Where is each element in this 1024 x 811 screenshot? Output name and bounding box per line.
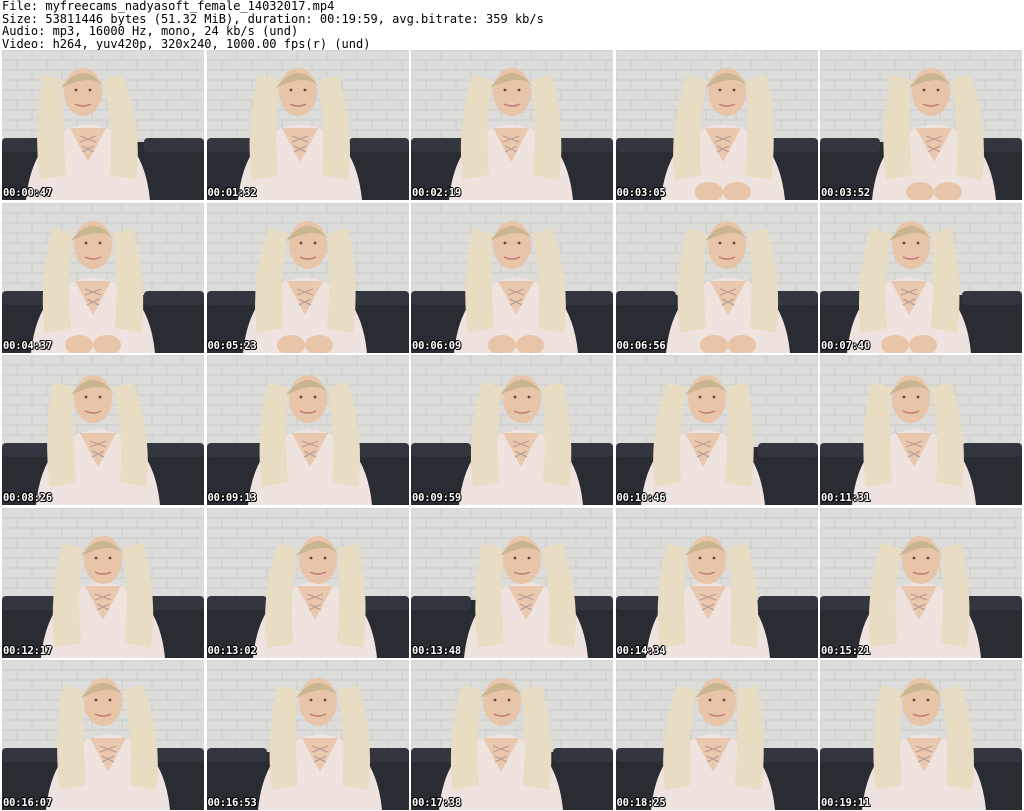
video-info-header: File: myfreecams_nadyasoft_female_140320… xyxy=(2,0,1022,50)
frame-picture xyxy=(411,355,613,505)
frame-timestamp: 00:05:23 xyxy=(207,339,257,352)
frame-picture xyxy=(820,355,1022,505)
frame-timestamp: 00:10:46 xyxy=(616,492,666,504)
frame-timestamp: 00:11:31 xyxy=(821,492,870,504)
frame-timestamp: 00:16:53 xyxy=(207,797,257,809)
frame-picture xyxy=(411,50,613,200)
frame-timestamp: 00:18:25 xyxy=(616,797,666,809)
frame-timestamp: 00:03:05 xyxy=(616,187,666,199)
frame-picture xyxy=(820,50,1022,200)
video-frame-thumbnail: 00:12:17 xyxy=(2,507,204,658)
frame-timestamp: 00:03:52 xyxy=(821,187,870,199)
frame-timestamp: 00:13:02 xyxy=(207,644,257,657)
frame-picture xyxy=(2,507,204,658)
frame-picture xyxy=(411,507,613,658)
video-frame-thumbnail: 00:03:05 xyxy=(615,50,818,200)
frame-picture xyxy=(411,660,613,810)
frame-timestamp: 00:02:19 xyxy=(412,187,461,199)
video-frame-thumbnail: 00:07:40 xyxy=(820,202,1022,353)
video-line: Video: h264, yuv420p, 320x240, 1000.00 f… xyxy=(2,36,371,51)
video-frame-thumbnail: 00:09:59 xyxy=(411,355,613,505)
frame-picture xyxy=(2,660,204,810)
frame-picture xyxy=(2,355,204,505)
frame-picture xyxy=(206,355,409,505)
frame-picture xyxy=(820,507,1022,658)
frame-picture xyxy=(615,50,818,200)
frame-picture xyxy=(615,202,818,353)
video-frame-thumbnail: 00:06:09 xyxy=(411,202,613,353)
frame-picture xyxy=(820,202,1022,353)
video-frame-thumbnail: 00:04:37 xyxy=(2,202,204,353)
frame-timestamp: 00:12:17 xyxy=(3,644,52,657)
frame-timestamp: 00:00:47 xyxy=(3,187,52,199)
frame-picture xyxy=(206,202,409,353)
video-frame-thumbnail: 00:03:52 xyxy=(820,50,1022,200)
video-frame-thumbnail: 00:16:53 xyxy=(206,660,409,810)
video-frame-thumbnail: 00:08:26 xyxy=(2,355,204,505)
audio-line: Audio: mp3, 16000 Hz, mono, 24 kb/s (und… xyxy=(2,24,299,38)
frame-picture xyxy=(615,507,818,658)
file-line: File: myfreecams_nadyasoft_female_140320… xyxy=(2,0,335,13)
frame-timestamp: 00:19:11 xyxy=(821,797,870,809)
frame-timestamp: 00:08:26 xyxy=(3,492,52,504)
frame-picture xyxy=(615,660,818,810)
frame-timestamp: 00:16:07 xyxy=(3,797,52,809)
video-frame-thumbnail: 00:11:31 xyxy=(820,355,1022,505)
thumbnail-grid: 00:00:47 00:01:32 00:02:19 00:03:05 00:0… xyxy=(2,50,1022,810)
frame-picture xyxy=(206,660,409,810)
frame-timestamp: 00:17:38 xyxy=(412,797,461,809)
frame-timestamp: 00:09:59 xyxy=(412,492,461,504)
video-frame-thumbnail: 00:06:56 xyxy=(615,202,818,353)
video-frame-thumbnail: 00:16:07 xyxy=(2,660,204,810)
frame-timestamp: 00:01:32 xyxy=(207,187,257,199)
frame-timestamp: 00:13:48 xyxy=(412,644,461,657)
frame-picture xyxy=(820,660,1022,810)
frame-timestamp: 00:09:13 xyxy=(207,492,257,504)
video-frame-thumbnail: 00:13:48 xyxy=(411,507,613,658)
frame-timestamp: 00:06:09 xyxy=(412,339,461,352)
frame-picture xyxy=(615,355,818,505)
video-frame-thumbnail: 00:02:19 xyxy=(411,50,613,200)
video-frame-thumbnail: 00:01:32 xyxy=(206,50,409,200)
video-frame-thumbnail: 00:00:47 xyxy=(2,50,204,200)
frame-picture xyxy=(206,507,409,658)
frame-timestamp: 00:07:40 xyxy=(821,339,870,352)
frame-picture xyxy=(411,202,613,353)
frame-picture xyxy=(2,202,204,353)
video-frame-thumbnail: 00:05:23 xyxy=(206,202,409,353)
frame-timestamp: 00:04:37 xyxy=(3,339,52,352)
frame-timestamp: 00:15:21 xyxy=(821,644,870,657)
video-frame-thumbnail: 00:19:11 xyxy=(820,660,1022,810)
frame-timestamp: 00:14:34 xyxy=(616,644,666,657)
video-frame-thumbnail: 00:13:02 xyxy=(206,507,409,658)
video-frame-thumbnail: 00:18:25 xyxy=(615,660,818,810)
video-frame-thumbnail: 00:09:13 xyxy=(206,355,409,505)
frame-picture xyxy=(2,50,204,200)
video-frame-thumbnail: 00:14:34 xyxy=(615,507,818,658)
video-frame-thumbnail: 00:15:21 xyxy=(820,507,1022,658)
frame-timestamp: 00:06:56 xyxy=(616,339,666,352)
video-frame-thumbnail: 00:10:46 xyxy=(615,355,818,505)
video-frame-thumbnail: 00:17:38 xyxy=(411,660,613,810)
frame-picture xyxy=(206,50,409,200)
